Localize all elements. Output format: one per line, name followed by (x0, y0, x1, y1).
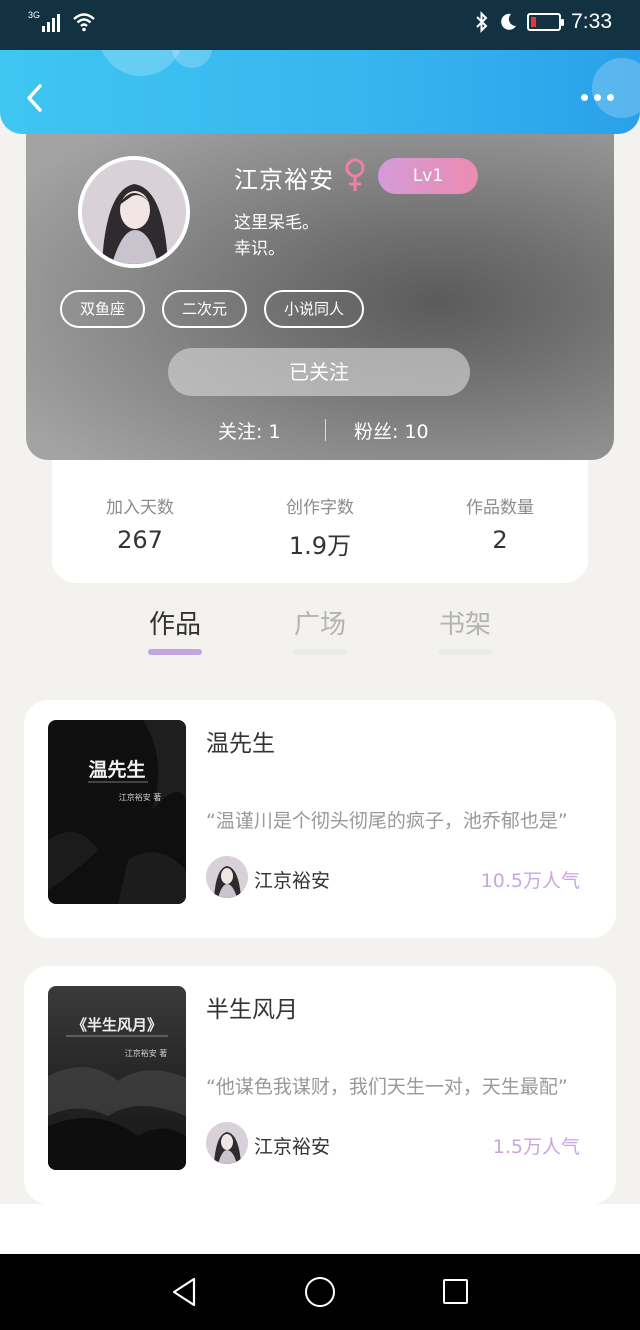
follow-button[interactable]: 已关注 (168, 348, 470, 396)
book-card[interactable]: 《半生风月》 江京裕安 著 半生风月 “他谋色我谋财，我们天生一对，天生最配” … (24, 966, 616, 1204)
book-description: “温谨川是个彻头彻尾的疯子，池乔郁也是” (206, 810, 568, 832)
moon-icon (501, 13, 517, 30)
cover-title: 温先生 (88, 758, 145, 781)
tab-indicator (148, 649, 202, 655)
stat-value: 2 (492, 526, 508, 554)
popularity-count: 1.5万人气 (492, 1136, 580, 1158)
tab-works[interactable]: 作品 (130, 604, 220, 641)
tag-acg[interactable]: 二次元 (162, 290, 248, 328)
stat-value: 267 (117, 526, 163, 554)
tab-square[interactable]: 广场 (275, 604, 365, 641)
system-nav-bar (0, 1254, 640, 1330)
decor-bubble (172, 50, 212, 68)
popularity-count: 10.5万人气 (480, 870, 580, 892)
divider (325, 419, 326, 441)
chevron-left-icon[interactable] (22, 80, 50, 116)
status-right: 7:33 (475, 10, 612, 34)
level-badge: Lv1 (378, 158, 478, 194)
stat-value: 1.9万 (288, 532, 352, 560)
avatar[interactable] (78, 156, 190, 268)
tag-list: 双鱼座 二次元 小说同人 (60, 290, 365, 328)
nav-recent-apps-icon[interactable] (443, 1279, 468, 1304)
author-name: 江京裕安 (254, 1136, 331, 1158)
cover-author: 江京裕安 著 (125, 1048, 168, 1058)
author-avatar[interactable] (206, 1122, 248, 1164)
status-bar: 3G 7:33 (0, 0, 640, 50)
tag-pisces[interactable]: 双鱼座 (60, 290, 146, 328)
book-title[interactable]: 半生风月 (206, 990, 298, 1024)
book-title[interactable]: 温先生 (206, 724, 275, 758)
female-icon (345, 158, 365, 191)
tag-fanfiction[interactable]: 小说同人 (264, 290, 365, 328)
profile-card: 江京裕安 Lv1 这里呆毛。 幸识。 双鱼座 二次元 小说同人 已关注 关注: … (26, 110, 614, 460)
network-type: 3G (28, 10, 41, 20)
tab-indicator (293, 649, 347, 655)
tab-indicator (438, 649, 492, 655)
stat-word-count: 创作字数 1.9万 (240, 493, 400, 561)
cover-author: 江京裕安 著 (119, 792, 162, 802)
nav-back-icon[interactable] (170, 1276, 198, 1308)
stat-join-days: 加入天数 267 (60, 493, 220, 554)
fans-value: 10 (404, 421, 429, 443)
top-header (0, 50, 640, 134)
fans-label: 粉丝: (354, 421, 399, 443)
stat-label: 作品数量 (466, 498, 534, 518)
fans-count[interactable]: 粉丝: 10 (354, 417, 429, 444)
book-card[interactable]: 温先生 江京裕安 著 温先生 “温谨川是个彻头彻尾的疯子，池乔郁也是” 江京裕安… (24, 700, 616, 938)
wifi-icon (73, 13, 95, 32)
status-left: 3G (28, 10, 96, 32)
following-count[interactable]: 关注: 1 (218, 417, 281, 444)
bio-line: 幸识。 (234, 239, 285, 259)
stat-works-count: 作品数量 2 (420, 493, 580, 554)
cover-title: 《半生风月》 (72, 1016, 162, 1034)
bio: 这里呆毛。 幸识。 (234, 210, 319, 262)
username: 江京裕安 (234, 166, 334, 194)
clock: 7:33 (571, 10, 612, 33)
cellular-signal-icon: 3G (28, 10, 60, 32)
stats-panel: 加入天数 267 创作字数 1.9万 作品数量 2 (52, 455, 588, 583)
bio-line: 这里呆毛。 (234, 213, 319, 233)
follow-counts: 关注: 1 粉丝: 10 (26, 415, 614, 445)
decor-bubble (592, 58, 640, 118)
following-label: 关注: (218, 421, 263, 443)
book-cover[interactable]: 《半生风月》 江京裕安 著 (48, 986, 186, 1170)
decor-bubble (98, 50, 184, 76)
tab-bookshelf[interactable]: 书架 (420, 604, 510, 641)
more-dots-icon[interactable] (581, 94, 614, 101)
battery-icon (527, 13, 565, 31)
stat-label: 加入天数 (106, 498, 174, 518)
book-cover[interactable]: 温先生 江京裕安 著 (48, 720, 186, 904)
book-description: “他谋色我谋财，我们天生一对，天生最配” (206, 1076, 568, 1098)
author-name: 江京裕安 (254, 870, 331, 892)
author-avatar[interactable] (206, 856, 248, 898)
bluetooth-icon (476, 11, 488, 33)
following-value: 1 (268, 421, 281, 443)
nav-home-icon[interactable] (305, 1277, 335, 1307)
bottom-spacer (0, 1204, 640, 1254)
stat-label: 创作字数 (286, 498, 354, 518)
